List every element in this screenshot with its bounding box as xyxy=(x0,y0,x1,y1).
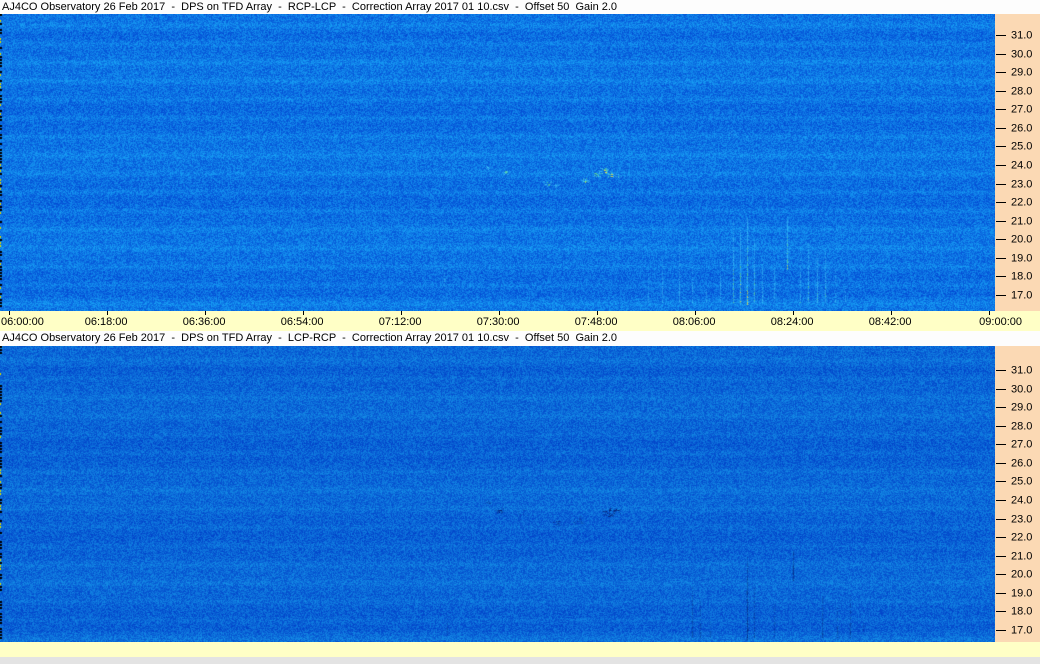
time-tick-mark xyxy=(891,311,892,315)
freq-tick-mark xyxy=(996,239,1006,240)
time-tick-mark xyxy=(695,311,696,315)
freq-tick-mark xyxy=(996,109,1006,110)
freq-tick-label: 30.0 xyxy=(1011,48,1033,61)
time-tick-label: 08:06:00 xyxy=(672,316,716,328)
time-tick-mark xyxy=(205,311,206,315)
time-tick-label: 09:00:00 xyxy=(979,316,1022,328)
spectrograph-app-window: AJ4CO Observatory 26 Feb 2017 - DPS on T… xyxy=(0,0,1040,664)
panel2-frequency-axis: 31.0 30.0 29.0 28.0 27.0 26.0 25.0 24.0 23.0 22.0… xyxy=(995,346,1040,642)
freq-tick-mark xyxy=(996,389,1006,390)
freq-tick-mark xyxy=(996,426,1006,427)
time-tick-label: 06:18:00 xyxy=(84,316,128,328)
time-tick-label: 08:42:00 xyxy=(868,316,912,328)
freq-tick-mark xyxy=(996,630,1006,631)
freq-tick-label: 22.0 xyxy=(1011,531,1033,544)
freq-tick-label: 17.0 xyxy=(1011,289,1033,302)
freq-tick-label: 25.0 xyxy=(1011,140,1033,153)
freq-tick-label: 20.0 xyxy=(1011,568,1033,581)
freq-tick-mark xyxy=(996,54,1006,55)
freq-tick-mark xyxy=(996,556,1006,557)
time-tick-mark xyxy=(597,311,598,315)
freq-tick-label: 23.0 xyxy=(1011,178,1033,191)
time-tick-label: 06:54:00 xyxy=(280,316,324,328)
freq-tick-label: 21.0 xyxy=(1011,215,1033,228)
freq-tick-label: 27.0 xyxy=(1011,438,1033,451)
freq-tick-label: 22.0 xyxy=(1011,196,1033,209)
freq-tick-label: 28.0 xyxy=(1011,85,1033,98)
freq-tick-label: 23.0 xyxy=(1011,513,1033,526)
time-tick-mark xyxy=(499,311,500,315)
time-tick-mark xyxy=(303,311,304,315)
freq-tick-mark xyxy=(996,146,1006,147)
freq-tick-mark xyxy=(996,611,1006,612)
panel1-plot-row: 31.0 30.0 29.0 28.0 27.0 26.0 25.0 24.0 23.0 22.0… xyxy=(0,14,1040,311)
freq-tick-mark xyxy=(996,481,1006,482)
freq-tick-mark xyxy=(996,370,1006,371)
freq-tick-label: 25.0 xyxy=(1011,475,1033,488)
freq-tick-mark xyxy=(996,593,1006,594)
panel1-spectrogram-canvas[interactable] xyxy=(0,14,995,311)
panel2-title: AJ4CO Observatory 26 Feb 2017 - DPS on T… xyxy=(0,331,1040,346)
freq-tick-label: 19.0 xyxy=(1011,587,1033,600)
freq-tick-mark xyxy=(996,258,1006,259)
freq-tick-mark xyxy=(996,184,1006,185)
time-tick-label: 07:48:00 xyxy=(574,316,618,328)
freq-tick-label: 20.0 xyxy=(1011,233,1033,246)
freq-tick-mark xyxy=(996,463,1006,464)
freq-tick-mark xyxy=(996,500,1006,501)
freq-tick-mark xyxy=(996,444,1006,445)
freq-tick-mark xyxy=(996,165,1006,166)
time-tick-label: 06:36:00 xyxy=(182,316,226,328)
freq-tick-label: 24.0 xyxy=(1011,159,1033,172)
time-tick-label: 07:30:00 xyxy=(476,316,520,328)
freq-tick-label: 28.0 xyxy=(1011,420,1033,433)
time-tick-mark xyxy=(401,311,402,315)
freq-tick-label: 18.0 xyxy=(1011,605,1033,618)
freq-tick-label: 29.0 xyxy=(1011,66,1033,79)
time-tick-mark xyxy=(107,311,108,315)
time-tick-mark xyxy=(793,311,794,315)
freq-tick-label: 17.0 xyxy=(1011,624,1033,637)
freq-tick-label: 31.0 xyxy=(1011,29,1033,42)
freq-tick-label: 24.0 xyxy=(1011,494,1033,507)
time-tick-label: 08:24:00 xyxy=(770,316,814,328)
panel2-plot-row: 31.0 30.0 29.0 28.0 27.0 26.0 25.0 24.0 23.0 22.0… xyxy=(0,346,1040,642)
freq-tick-label: 21.0 xyxy=(1011,550,1033,563)
window-bottom-strip xyxy=(0,657,1040,664)
freq-tick-mark xyxy=(996,407,1006,408)
freq-tick-mark xyxy=(996,574,1006,575)
freq-tick-mark xyxy=(996,202,1006,203)
freq-tick-label: 19.0 xyxy=(1011,252,1033,265)
panel2-spectrogram-canvas[interactable] xyxy=(0,346,995,642)
time-tick-label: 07:12:00 xyxy=(378,316,422,328)
freq-tick-label: 18.0 xyxy=(1011,270,1033,283)
freq-tick-mark xyxy=(996,537,1006,538)
panel1-time-axis: 06:00:00 06:18:00 06:36:00 06:54:00 07:12:00… xyxy=(0,311,1040,331)
time-tick-label: 06:00:00 xyxy=(1,316,44,328)
freq-tick-mark xyxy=(996,35,1006,36)
freq-tick-label: 29.0 xyxy=(1011,401,1033,414)
freq-tick-label: 26.0 xyxy=(1011,122,1033,135)
panel1-frequency-axis: 31.0 30.0 29.0 28.0 27.0 26.0 25.0 24.0 23.0 22.0… xyxy=(995,14,1040,311)
panel2-time-axis xyxy=(0,642,1040,657)
freq-tick-label: 26.0 xyxy=(1011,457,1033,470)
freq-tick-mark xyxy=(996,128,1006,129)
time-tick-mark xyxy=(989,311,990,315)
freq-tick-mark xyxy=(996,519,1006,520)
freq-tick-mark xyxy=(996,295,1006,296)
freq-tick-mark xyxy=(996,72,1006,73)
freq-tick-label: 27.0 xyxy=(1011,103,1033,116)
freq-tick-mark xyxy=(996,221,1006,222)
panel1-title: AJ4CO Observatory 26 Feb 2017 - DPS on T… xyxy=(0,0,1040,14)
time-tick-mark xyxy=(9,311,10,315)
freq-tick-label: 31.0 xyxy=(1011,364,1033,377)
freq-tick-mark xyxy=(996,91,1006,92)
freq-tick-mark xyxy=(996,276,1006,277)
freq-tick-label: 30.0 xyxy=(1011,383,1033,396)
